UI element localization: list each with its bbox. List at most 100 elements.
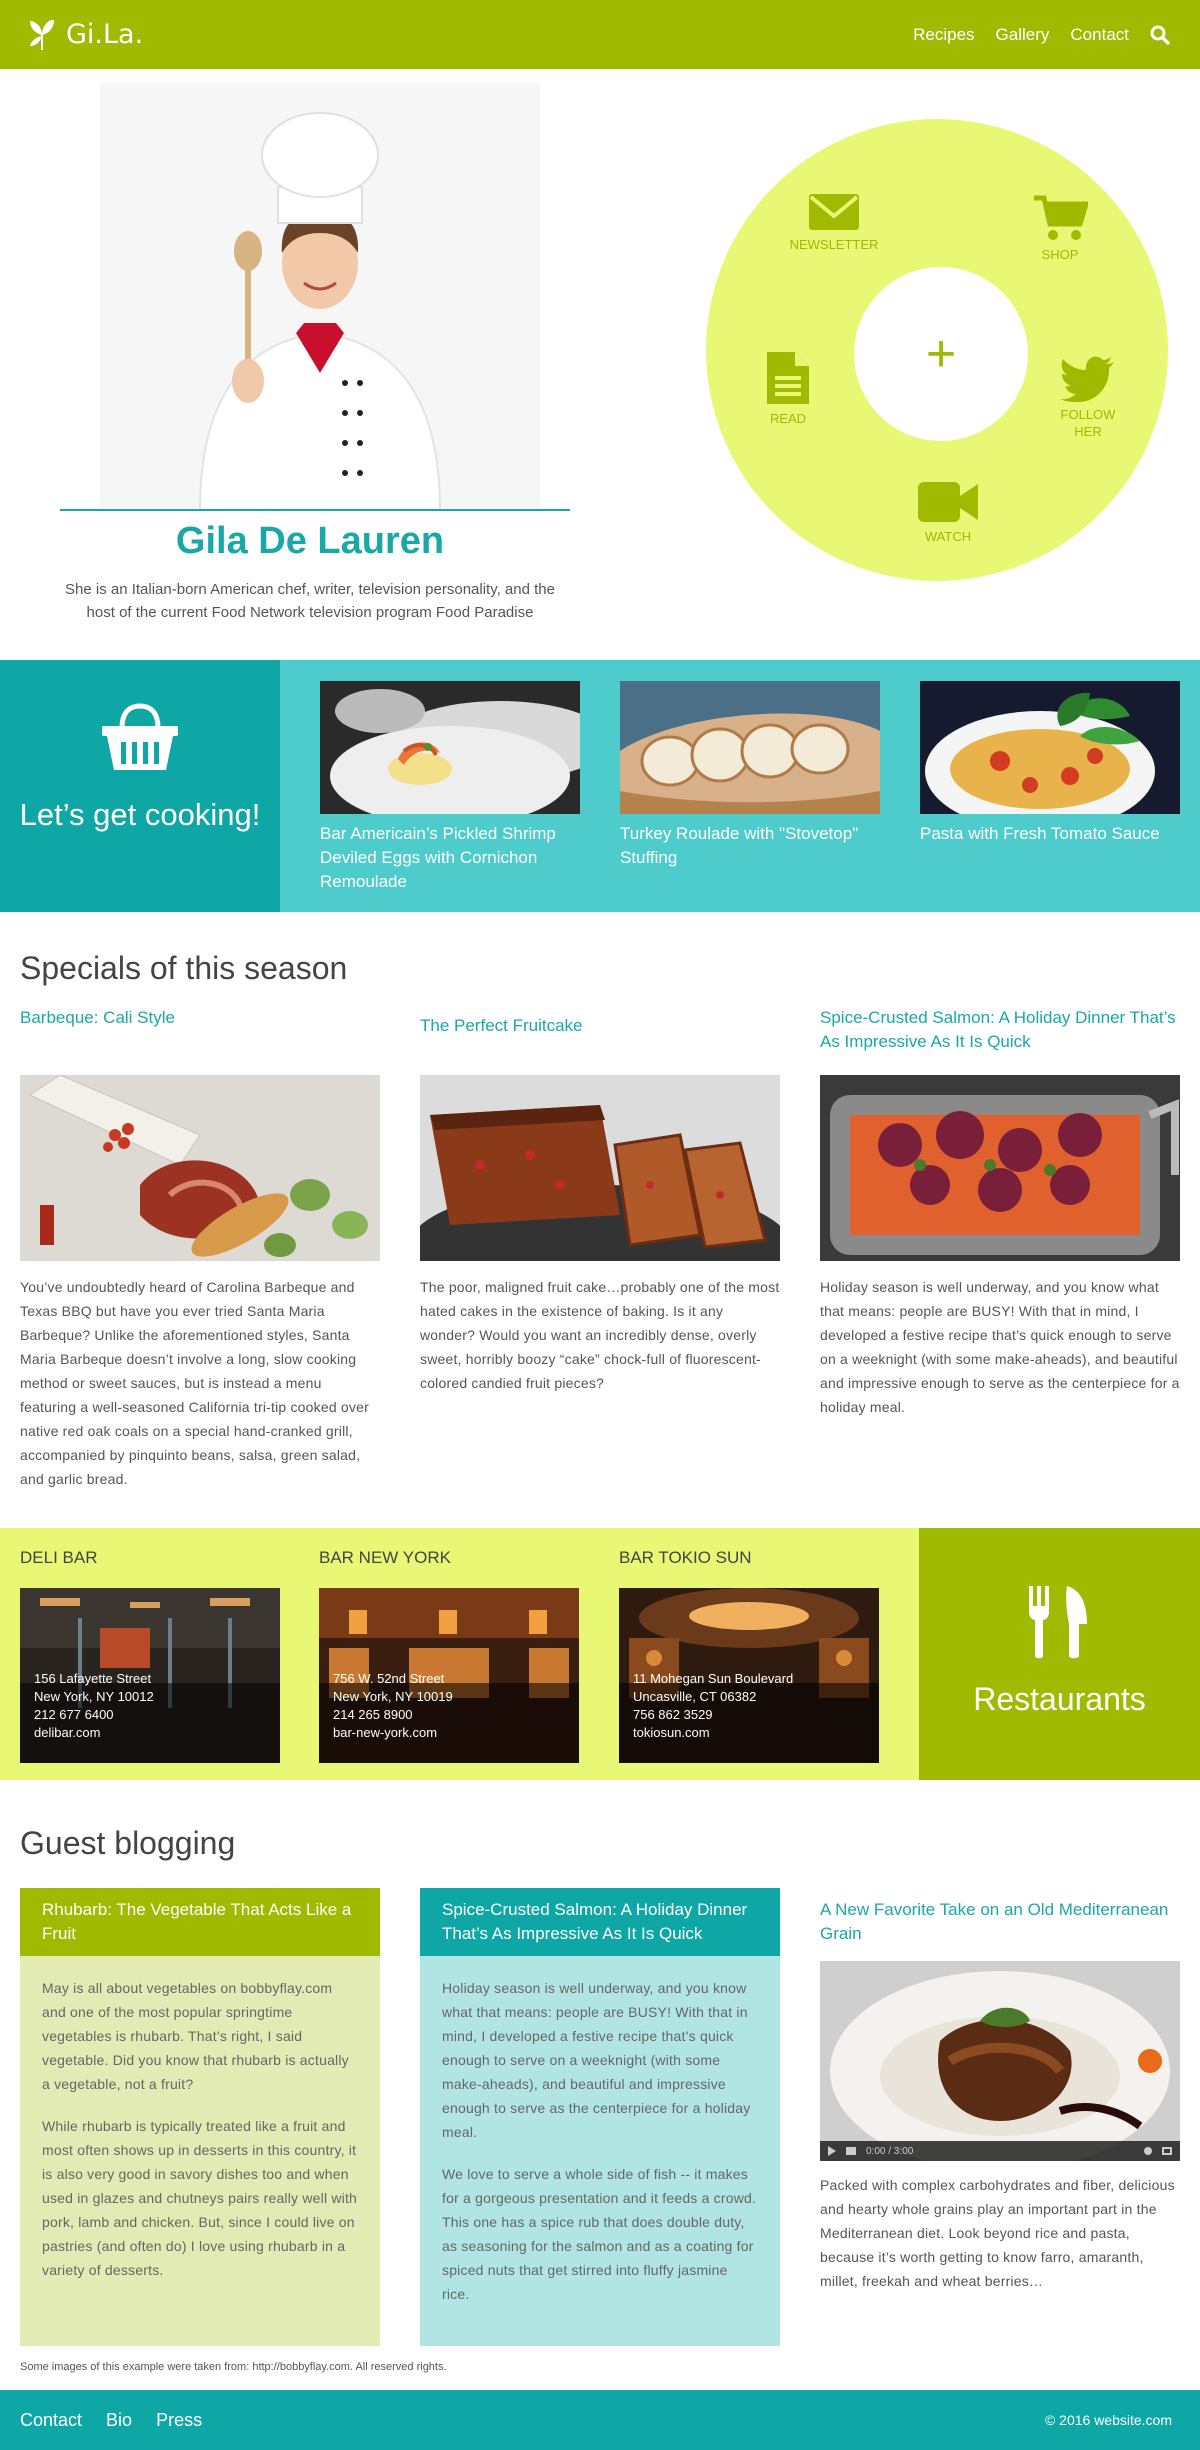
guest-post-title[interactable]: A New Favorite Take on an Old Mediterran… bbox=[820, 1888, 1180, 1961]
guest-post-paragraph: We love to serve a whole side of fish --… bbox=[442, 2166, 757, 2302]
wheel-watch[interactable]: WATCH bbox=[888, 480, 1008, 545]
footer-contact-link[interactable]: Contact bbox=[20, 2410, 82, 2431]
guest-heading: Guest blogging bbox=[20, 1825, 236, 1861]
footer-press-link[interactable]: Press bbox=[156, 2410, 202, 2431]
fork-knife-icon bbox=[1029, 1586, 1087, 1659]
wheel-follow-label: FOLLOW HER bbox=[1060, 407, 1116, 439]
footer-bio-link[interactable]: Bio bbox=[106, 2410, 132, 2431]
guest-post-body: May is all about vegetables on bobbyflay… bbox=[20, 1956, 380, 2346]
document-icon bbox=[767, 352, 809, 404]
special-title[interactable]: Spice-Crusted Salmon: A Holiday Dinner T… bbox=[820, 1006, 1180, 1054]
restaurants-box[interactable]: Restaurants bbox=[919, 1528, 1200, 1780]
video-player[interactable]: 0:00 / 3:00 bbox=[820, 1961, 1180, 2161]
nav-recipes[interactable]: Recipes bbox=[913, 25, 974, 45]
wheel-center-plus[interactable]: + bbox=[854, 267, 1028, 441]
wheel-shop[interactable]: SHOP bbox=[1000, 194, 1120, 263]
chef-description: She is an Italian-born American chef, wr… bbox=[65, 581, 555, 621]
wheel-read[interactable]: READ bbox=[728, 350, 848, 427]
restaurant-info: 156 Lafayette Street New York, NY 10012 … bbox=[34, 1670, 154, 1742]
special-fruitcake: The Perfect Fruitcake bbox=[420, 1014, 780, 1038]
restaurant-city: New York, NY 10019 bbox=[333, 1689, 453, 1704]
logo-text: Gi.La. bbox=[66, 18, 144, 50]
guest-post-paragraph: May is all about vegetables on bobbyflay… bbox=[42, 1980, 349, 2092]
restaurant-deli-bar[interactable]: DELI BAR 156 Lafayette Street New York, … bbox=[20, 1548, 280, 1763]
guest-post-paragraph: Holiday season is well underway, and you… bbox=[442, 1980, 751, 2140]
wheel-newsletter-label: NEWSLETTER bbox=[789, 237, 879, 252]
cooking-item-turkey[interactable]: Turkey Roulade with "Stovetop" Stuffing bbox=[620, 681, 880, 870]
twitter-bird-icon bbox=[1060, 356, 1114, 402]
copyright: © 2016 website.com bbox=[1044, 2412, 1172, 2428]
restaurant-city: Uncasville, CT 06382 bbox=[633, 1689, 757, 1704]
chef-name: Gila De Lauren bbox=[175, 520, 445, 562]
turkey-roulade-photo bbox=[620, 681, 880, 814]
special-text: Holiday season is well underway, and you… bbox=[820, 1279, 1180, 1415]
restaurant-bar-tokio-sun[interactable]: BAR TOKIO SUN 11 Mohegan Sun Boulevard U… bbox=[619, 1548, 879, 1763]
cooking-title: Let’s get cooking! bbox=[19, 797, 261, 832]
guest-post-body: Holiday season is well underway, and you… bbox=[420, 1956, 780, 2346]
play-icon[interactable] bbox=[828, 2146, 836, 2156]
guest-post-grain: A New Favorite Take on an Old Mediterran… bbox=[820, 1888, 1180, 2293]
special-title[interactable]: Barbeque: Cali Style bbox=[20, 1006, 380, 1030]
bbq-photo bbox=[20, 1075, 380, 1261]
special-text: The poor, maligned fruit cake…probably o… bbox=[420, 1279, 780, 1391]
cooking-item-shrimp[interactable]: Bar Americain’s Pickled Shrimp Deviled E… bbox=[320, 681, 580, 894]
nav-contact[interactable]: Contact bbox=[1070, 25, 1129, 45]
footer: Contact Bio Press © 2016 website.com bbox=[0, 2390, 1200, 2450]
guest-post-rhubarb: Rhubarb: The Vegetable That Acts Like a … bbox=[20, 1888, 380, 2346]
restaurant-bar-new-york[interactable]: BAR NEW YORK 756 W. 52nd Street New York… bbox=[319, 1548, 579, 1763]
nav-gallery[interactable]: Gallery bbox=[996, 25, 1050, 45]
pasta-photo bbox=[920, 681, 1180, 814]
special-salmon: Spice-Crusted Salmon: A Holiday Dinner T… bbox=[820, 1006, 1180, 1054]
video-time: 0:00 / 3:00 bbox=[866, 2145, 914, 2157]
restaurant-phone[interactable]: 756 862 3529 bbox=[633, 1706, 793, 1724]
top-header: Gi.La. Recipes Gallery Contact bbox=[0, 0, 1200, 69]
restaurant-site[interactable]: tokiosun.com bbox=[633, 1724, 793, 1742]
restaurant-info: 756 W. 52nd Street New York, NY 10019 21… bbox=[333, 1670, 453, 1742]
basket-icon bbox=[102, 703, 178, 770]
restaurant-phone[interactable]: 214 265 8900 bbox=[333, 1706, 453, 1724]
cooking-item-label: Pasta with Fresh Tomato Sauce bbox=[920, 824, 1160, 843]
wheel-newsletter[interactable]: NEWSLETTER bbox=[774, 192, 894, 253]
footer-nav: Contact Bio Press bbox=[20, 2390, 202, 2450]
video-thumbnail bbox=[820, 1961, 1180, 2161]
restaurant-address: 156 Lafayette Street bbox=[34, 1671, 152, 1686]
guest-post-title[interactable]: Rhubarb: The Vegetable That Acts Like a … bbox=[20, 1888, 380, 1956]
guest-post-title[interactable]: Spice-Crusted Salmon: A Holiday Dinner T… bbox=[420, 1888, 780, 1956]
fullscreen-icon[interactable] bbox=[1162, 2147, 1172, 2155]
restaurant-address: 756 W. 52nd Street bbox=[333, 1671, 445, 1686]
guest-post-salmon: Spice-Crusted Salmon: A Holiday Dinner T… bbox=[420, 1888, 780, 2346]
main-nav: Recipes Gallery Contact bbox=[913, 0, 1170, 69]
restaurant-phone[interactable]: 212 677 6400 bbox=[34, 1706, 154, 1724]
search-icon[interactable] bbox=[1150, 25, 1170, 45]
leaf-logo-icon bbox=[30, 19, 54, 50]
envelope-icon bbox=[809, 194, 859, 230]
deli-bar-photo: 156 Lafayette Street New York, NY 10012 … bbox=[20, 1588, 280, 1763]
bar-tokio-sun-photo: 11 Mohegan Sun Boulevard Uncasville, CT … bbox=[619, 1588, 879, 1763]
restaurant-name: BAR TOKIO SUN bbox=[619, 1548, 752, 1567]
cooking-item-pasta[interactable]: Pasta with Fresh Tomato Sauce bbox=[920, 681, 1180, 846]
wheel-read-label: READ bbox=[769, 411, 807, 426]
bar-new-york-photo: 756 W. 52nd Street New York, NY 10019 21… bbox=[319, 1588, 579, 1763]
shrimp-eggs-photo bbox=[320, 681, 580, 814]
restaurant-info: 11 Mohegan Sun Boulevard Uncasville, CT … bbox=[633, 1670, 793, 1742]
settings-icon[interactable] bbox=[1144, 2147, 1152, 2155]
restaurant-site[interactable]: delibar.com bbox=[34, 1724, 154, 1742]
cooking-box[interactable]: Let’s get cooking! bbox=[0, 660, 280, 912]
chef-photo bbox=[100, 83, 540, 510]
site-logo[interactable]: Gi.La. bbox=[26, 14, 143, 54]
restaurants-title: Restaurants bbox=[973, 1681, 1146, 1717]
restaurant-city: New York, NY 10012 bbox=[34, 1689, 154, 1704]
fruitcake-photo bbox=[420, 1075, 780, 1261]
cart-icon bbox=[1034, 195, 1088, 240]
salmon-photo bbox=[820, 1075, 1180, 1261]
restaurant-site[interactable]: bar-new-york.com bbox=[333, 1724, 453, 1742]
wheel-follow[interactable]: FOLLOW HER bbox=[1028, 356, 1148, 440]
special-text: You’ve undoubtedly heard of Carolina Bar… bbox=[20, 1279, 369, 1487]
wheel-watch-label: WATCH bbox=[924, 529, 972, 544]
guest-post-text: Packed with complex carbohydrates and fi… bbox=[820, 2177, 1175, 2289]
special-title[interactable]: The Perfect Fruitcake bbox=[420, 1014, 780, 1038]
special-bbq: Barbeque: Cali Style bbox=[20, 1006, 380, 1030]
video-controls: 0:00 / 3:00 bbox=[820, 2141, 1180, 2161]
cooking-item-label: Bar Americain’s Pickled Shrimp Deviled E… bbox=[320, 824, 556, 891]
volume-icon[interactable] bbox=[846, 2147, 856, 2155]
